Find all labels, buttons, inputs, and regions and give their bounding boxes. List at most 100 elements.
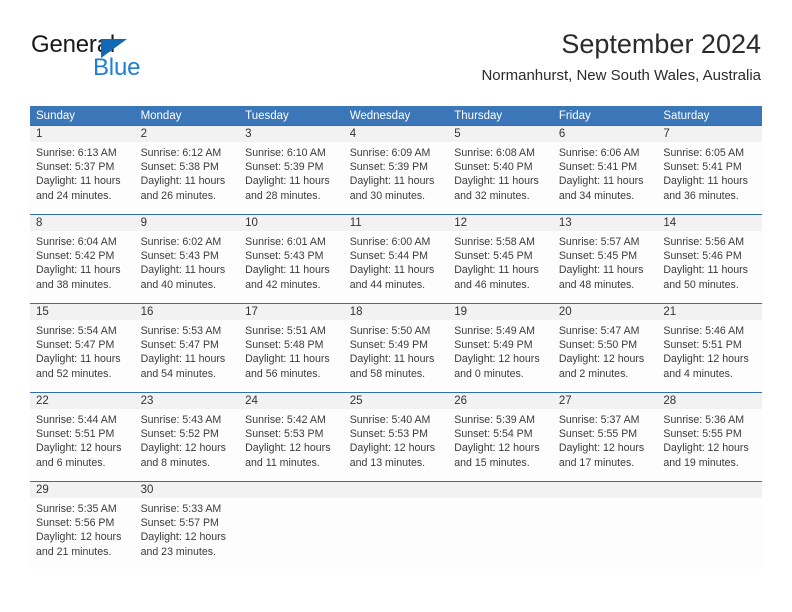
day-cell[interactable]: Sunrise: 6:12 AM Sunset: 5:38 PM Dayligh… xyxy=(135,142,240,214)
day-number[interactable]: 6 xyxy=(553,126,658,142)
day-cell[interactable]: Sunrise: 6:04 AM Sunset: 5:42 PM Dayligh… xyxy=(30,231,135,303)
day-number[interactable]: 25 xyxy=(344,393,449,409)
calendar-week-row: 8 9 10 11 12 13 14 Sunrise: 6:04 AM Suns… xyxy=(30,214,762,303)
calendar-page: General Blue September 2024 Normanhurst,… xyxy=(0,0,792,612)
day-cell[interactable]: Sunrise: 5:50 AM Sunset: 5:49 PM Dayligh… xyxy=(344,320,449,392)
daylight-text-line1: Daylight: 11 hours xyxy=(140,353,226,366)
daylight-text-line2: and 46 minutes. xyxy=(454,278,530,291)
day-cell[interactable]: Sunrise: 5:43 AM Sunset: 5:52 PM Dayligh… xyxy=(135,409,240,481)
day-number[interactable]: 15 xyxy=(30,304,135,320)
day-cell[interactable]: Sunrise: 5:46 AM Sunset: 5:51 PM Dayligh… xyxy=(657,320,762,392)
day-number[interactable]: 13 xyxy=(553,215,658,231)
day-cell[interactable]: Sunrise: 6:02 AM Sunset: 5:43 PM Dayligh… xyxy=(135,231,240,303)
day-number[interactable]: 23 xyxy=(135,393,240,409)
day-cell[interactable]: Sunrise: 5:56 AM Sunset: 5:46 PM Dayligh… xyxy=(657,231,762,303)
sunset-text: Sunset: 5:55 PM xyxy=(663,428,742,441)
day-number[interactable]: 11 xyxy=(344,215,449,231)
day-number[interactable]: 19 xyxy=(448,304,553,320)
daylight-text-line2: and 40 minutes. xyxy=(140,278,216,291)
day-number[interactable]: 3 xyxy=(239,126,344,142)
day-cell[interactable]: Sunrise: 5:44 AM Sunset: 5:51 PM Dayligh… xyxy=(30,409,135,481)
daylight-text-line1: Daylight: 11 hours xyxy=(349,353,435,366)
day-cell-empty xyxy=(344,498,449,570)
sunrise-text: Sunrise: 6:09 AM xyxy=(349,147,431,159)
day-cell[interactable]: Sunrise: 6:06 AM Sunset: 5:41 PM Dayligh… xyxy=(553,142,658,214)
sunrise-text: Sunrise: 6:06 AM xyxy=(558,147,640,159)
day-number[interactable]: 28 xyxy=(657,393,762,409)
day-cell[interactable]: Sunrise: 5:54 AM Sunset: 5:47 PM Dayligh… xyxy=(30,320,135,392)
day-cell[interactable]: Sunrise: 5:40 AM Sunset: 5:53 PM Dayligh… xyxy=(344,409,449,481)
day-cell[interactable]: Sunrise: 5:57 AM Sunset: 5:45 PM Dayligh… xyxy=(553,231,658,303)
sunrise-text: Sunrise: 5:35 AM xyxy=(36,503,117,515)
weekday-header-saturday: Saturday xyxy=(663,110,710,122)
sunrise-text: Sunrise: 5:43 AM xyxy=(140,414,222,426)
day-number[interactable]: 20 xyxy=(553,304,658,320)
day-number[interactable]: 7 xyxy=(657,126,762,142)
daylight-text-line1: Daylight: 12 hours xyxy=(663,353,749,366)
sunrise-text: Sunrise: 5:33 AM xyxy=(140,503,222,515)
day-cell[interactable]: Sunrise: 5:33 AM Sunset: 5:57 PM Dayligh… xyxy=(135,498,240,570)
day-cell[interactable]: Sunrise: 6:05 AM Sunset: 5:41 PM Dayligh… xyxy=(657,142,762,214)
daylight-text-line1: Daylight: 12 hours xyxy=(663,442,749,455)
day-cell[interactable]: Sunrise: 6:09 AM Sunset: 5:39 PM Dayligh… xyxy=(344,142,449,214)
sunset-text: Sunset: 5:51 PM xyxy=(663,339,742,352)
sunrise-text: Sunrise: 5:46 AM xyxy=(663,325,745,337)
day-cell[interactable]: Sunrise: 5:49 AM Sunset: 5:49 PM Dayligh… xyxy=(448,320,553,392)
daylight-text-line1: Daylight: 11 hours xyxy=(454,175,539,188)
day-number[interactable]: 18 xyxy=(344,304,449,320)
daylight-text-line2: and 54 minutes. xyxy=(140,367,216,380)
day-cell[interactable]: Sunrise: 6:00 AM Sunset: 5:44 PM Dayligh… xyxy=(344,231,449,303)
day-cell[interactable]: Sunrise: 5:42 AM Sunset: 5:53 PM Dayligh… xyxy=(239,409,344,481)
daylight-text-line1: Daylight: 11 hours xyxy=(454,264,539,277)
day-number[interactable]: 27 xyxy=(553,393,658,409)
daylight-text-line2: and 26 minutes. xyxy=(140,189,216,202)
day-detail-row: Sunrise: 6:04 AM Sunset: 5:42 PM Dayligh… xyxy=(30,231,762,303)
daylight-text-line2: and 8 minutes. xyxy=(140,456,211,469)
day-cell[interactable]: Sunrise: 6:08 AM Sunset: 5:40 PM Dayligh… xyxy=(448,142,553,214)
sunrise-text: Sunrise: 6:05 AM xyxy=(663,147,745,159)
day-cell[interactable]: Sunrise: 6:01 AM Sunset: 5:43 PM Dayligh… xyxy=(239,231,344,303)
day-number[interactable]: 12 xyxy=(448,215,553,231)
day-number[interactable]: 24 xyxy=(239,393,344,409)
daylight-text-line2: and 32 minutes. xyxy=(454,189,530,202)
day-number[interactable]: 8 xyxy=(30,215,135,231)
day-cell[interactable]: Sunrise: 6:10 AM Sunset: 5:39 PM Dayligh… xyxy=(239,142,344,214)
day-number[interactable]: 29 xyxy=(30,482,135,498)
day-cell[interactable]: Sunrise: 5:53 AM Sunset: 5:47 PM Dayligh… xyxy=(135,320,240,392)
daylight-text-line1: Daylight: 11 hours xyxy=(558,175,644,188)
sunrise-text: Sunrise: 5:40 AM xyxy=(349,414,431,426)
day-cell[interactable]: Sunrise: 5:39 AM Sunset: 5:54 PM Dayligh… xyxy=(448,409,553,481)
day-cell[interactable]: Sunrise: 5:35 AM Sunset: 5:56 PM Dayligh… xyxy=(30,498,135,570)
day-number[interactable]: 10 xyxy=(239,215,344,231)
day-cell[interactable]: Sunrise: 6:13 AM Sunset: 5:37 PM Dayligh… xyxy=(30,142,135,214)
sunrise-text: Sunrise: 6:02 AM xyxy=(140,236,222,248)
daylight-text-line1: Daylight: 12 hours xyxy=(140,531,226,544)
day-number[interactable]: 5 xyxy=(448,126,553,142)
day-cell[interactable]: Sunrise: 5:51 AM Sunset: 5:48 PM Dayligh… xyxy=(239,320,344,392)
sunset-text: Sunset: 5:55 PM xyxy=(558,428,638,441)
day-number[interactable]: 17 xyxy=(239,304,344,320)
daylight-text-line2: and 0 minutes. xyxy=(454,367,524,380)
day-number[interactable]: 4 xyxy=(344,126,449,142)
day-cell[interactable]: Sunrise: 5:37 AM Sunset: 5:55 PM Dayligh… xyxy=(553,409,658,481)
day-cell[interactable]: Sunrise: 5:47 AM Sunset: 5:50 PM Dayligh… xyxy=(553,320,658,392)
day-cell[interactable]: Sunrise: 5:58 AM Sunset: 5:45 PM Dayligh… xyxy=(448,231,553,303)
day-number[interactable]: 30 xyxy=(135,482,240,498)
day-number[interactable]: 26 xyxy=(448,393,553,409)
daylight-text-line1: Daylight: 11 hours xyxy=(663,264,748,277)
brand-logo[interactable]: General Blue xyxy=(31,32,251,82)
day-number[interactable]: 9 xyxy=(135,215,240,231)
day-number[interactable]: 22 xyxy=(30,393,135,409)
day-number-row: 1 2 3 4 5 6 7 xyxy=(30,126,762,142)
day-number[interactable]: 2 xyxy=(135,126,240,142)
day-number-row: 15 16 17 18 19 20 21 xyxy=(30,304,762,320)
weekday-header-monday: Monday xyxy=(140,110,182,122)
day-number[interactable]: 21 xyxy=(657,304,762,320)
day-number[interactable]: 14 xyxy=(657,215,762,231)
day-number[interactable]: 1 xyxy=(30,126,135,142)
sunrise-text: Sunrise: 6:10 AM xyxy=(245,147,326,159)
sunrise-text: Sunrise: 5:49 AM xyxy=(454,325,535,337)
day-number[interactable]: 16 xyxy=(135,304,240,320)
daylight-text-line2: and 28 minutes. xyxy=(245,189,321,202)
day-cell[interactable]: Sunrise: 5:36 AM Sunset: 5:55 PM Dayligh… xyxy=(657,409,762,481)
